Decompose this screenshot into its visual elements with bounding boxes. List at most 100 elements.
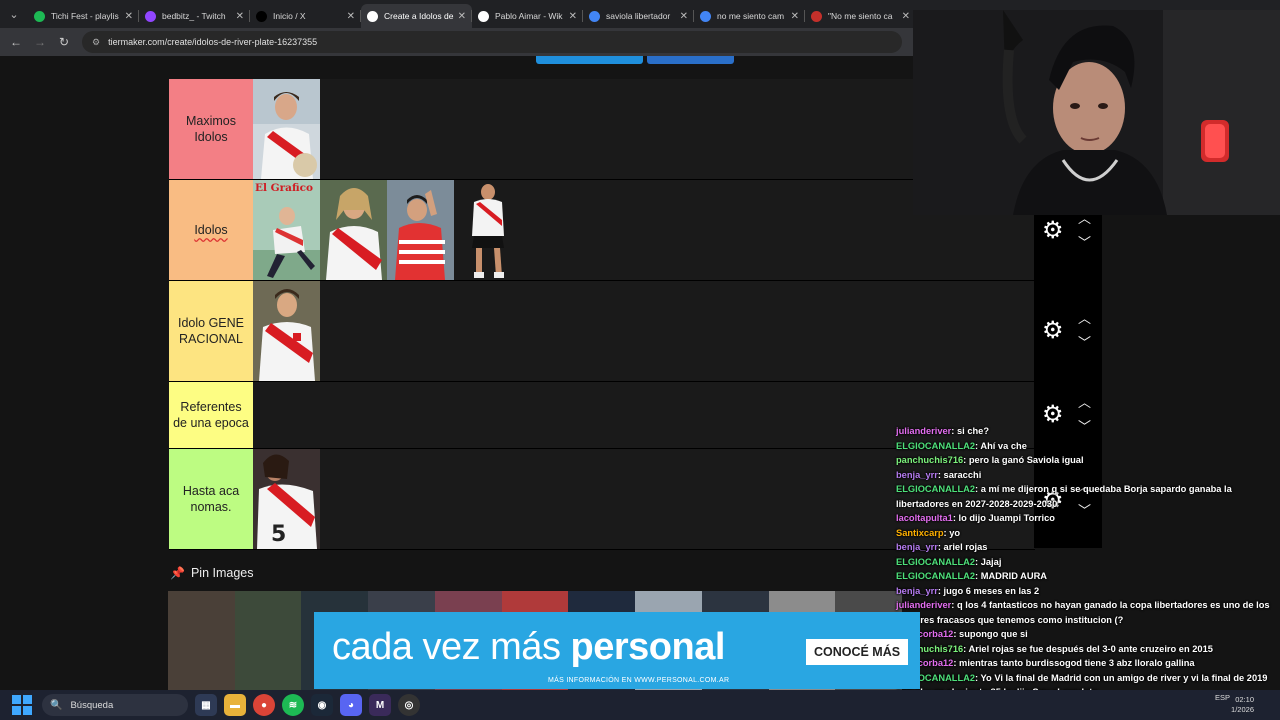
browser-tab[interactable]: "No me siento ca ✕ xyxy=(805,4,916,28)
chat-message: panchuchis716: pero la ganó Saviola igua… xyxy=(896,455,1084,465)
player-image[interactable] xyxy=(253,79,320,179)
settings-gear-icon[interactable]: ⚙ xyxy=(1042,216,1064,245)
chat-text: mientras tanto burdissogod tiene 3 abz l… xyxy=(959,658,1195,668)
chat-username[interactable]: lacoltapulta1 xyxy=(896,513,953,523)
chat-message: benja_yrr: ariel rojas xyxy=(896,542,988,552)
browser-tab[interactable]: no me siento cam ✕ xyxy=(694,4,805,28)
back-arrow-icon[interactable]: ← xyxy=(4,35,28,49)
obs-icon[interactable]: ◎ xyxy=(398,694,420,716)
chat-message: julianderiver: q los 4 fantasticos no ha… xyxy=(896,600,1270,625)
tab-favicon-icon xyxy=(811,10,822,22)
pin-image[interactable] xyxy=(234,591,302,691)
pin-images-heading: 📌 Pin Images xyxy=(170,566,253,580)
tier-label[interactable]: Idolos xyxy=(169,180,253,280)
chat-text: Ahí va che xyxy=(980,440,1027,451)
download-button-partial[interactable] xyxy=(647,56,734,64)
url-text: tiermaker.com/create/idolos-de-river-pla… xyxy=(108,37,318,47)
move-down-icon[interactable]: ﹀ xyxy=(1078,232,1091,251)
chat-text: Jajaj xyxy=(980,556,1002,567)
player-image[interactable]: 5 xyxy=(253,449,320,549)
chat-username[interactable]: ELGIOCANALLA2 xyxy=(896,441,975,451)
tab-close-icon[interactable]: ✕ xyxy=(791,11,799,22)
pin-image[interactable] xyxy=(168,591,235,691)
browser-tab[interactable]: Tichi Fest - playlis ✕ xyxy=(28,4,139,28)
chat-username[interactable]: ELGIOCANALLA2 xyxy=(896,484,975,494)
chat-message: sauticorba12: supongo que si xyxy=(896,629,1028,639)
browser-tab[interactable]: Create a Idolos de ✕ xyxy=(361,4,472,28)
tab-favicon-icon xyxy=(145,10,156,22)
pin-images-title: Pin Images xyxy=(190,566,254,580)
tier-label[interactable]: Hasta aca nomas. xyxy=(169,449,253,549)
reload-icon[interactable]: ↻ xyxy=(52,35,76,49)
chrome-icon[interactable]: ● xyxy=(253,694,275,716)
spotify-icon[interactable]: ≋ xyxy=(282,694,304,716)
task-view-icon[interactable]: ▦ xyxy=(195,694,217,716)
url-input[interactable]: ⚙ tiermaker.com/create/idolos-de-river-p… xyxy=(82,31,902,53)
chat-username[interactable]: julianderiver xyxy=(896,426,951,436)
chat-username[interactable]: ELGIOCANALLA2 xyxy=(896,571,975,581)
chat-message: benja_yrr: jugo 6 meses en las 2 xyxy=(896,585,1040,596)
clock-time: 02:10 xyxy=(1235,695,1254,704)
chat-username[interactable]: ELGIOCANALLA2 xyxy=(896,557,975,567)
chat-username[interactable]: Santixcarp xyxy=(896,528,944,538)
chat-username[interactable]: benja_yrr xyxy=(896,542,938,552)
ad-headline: cada vez más personal xyxy=(332,626,725,669)
tab-close-icon[interactable]: ✕ xyxy=(347,11,355,22)
chat-message: ELGIOCANALLA2: a mí me dijeron q si se q… xyxy=(896,484,1232,509)
player-image[interactable] xyxy=(320,180,387,280)
chat-username[interactable]: benja_yrr xyxy=(896,470,938,480)
chat-message: ELGIOCANALLA2: Ahí va che xyxy=(896,440,1027,451)
ad-cta-button[interactable]: CONOCÉ MÁS xyxy=(806,639,908,665)
tab-close-icon[interactable]: ✕ xyxy=(236,11,244,22)
language-indicator[interactable]: ESP xyxy=(1215,693,1230,703)
settings-gear-icon[interactable]: ⚙ xyxy=(1042,316,1064,345)
discord-icon[interactable]: ◕ xyxy=(340,694,362,716)
move-up-icon[interactable]: ︿ xyxy=(1078,392,1091,411)
chat-message: panchuchis716: Ariel rojas se fue despué… xyxy=(896,643,1213,654)
chat-text: si che? xyxy=(956,426,990,436)
browser-tab[interactable]: saviola libertador ✕ xyxy=(583,4,694,28)
tab-close-icon[interactable]: ✕ xyxy=(680,11,688,22)
taskbar-search-placeholder: Búsqueda xyxy=(70,699,114,711)
windows-start-icon[interactable] xyxy=(12,695,32,715)
save-button-partial[interactable] xyxy=(536,56,643,64)
browser-tab[interactable]: bedbitz_ - Twitch ✕ xyxy=(139,4,250,28)
tab-close-icon[interactable]: ✕ xyxy=(569,11,577,22)
tier-label[interactable]: Maximos Idolos xyxy=(169,79,253,179)
site-info-icon[interactable]: ⚙ xyxy=(92,37,100,48)
tier-label[interactable]: Referentes de una epoca xyxy=(169,382,253,448)
move-down-icon[interactable]: ﹀ xyxy=(1078,332,1091,351)
chat-message: ELGIOCANALLA2: Jajaj xyxy=(896,556,1002,567)
file-explorer-icon[interactable]: ▬ xyxy=(224,694,246,716)
player-image[interactable] xyxy=(454,180,521,280)
chat-text: jugo 6 meses en las 2 xyxy=(943,585,1040,596)
player-image[interactable] xyxy=(387,180,454,280)
forward-arrow-icon[interactable]: → xyxy=(28,35,52,49)
personal-ad-banner[interactable]: cada vez más personal MÁS INFORMACIÓN EN… xyxy=(314,612,920,689)
tab-title: Create a Idolos de xyxy=(384,11,454,21)
ad-headline-regular: cada vez más xyxy=(332,626,571,668)
chat-username[interactable]: julianderiver xyxy=(896,600,951,610)
ad-headline-bold: personal xyxy=(570,626,726,668)
player-image[interactable]: El Grafico xyxy=(253,180,320,280)
system-clock[interactable]: 02:10 1/2026 xyxy=(1231,695,1254,715)
tab-close-icon[interactable]: ✕ xyxy=(125,11,133,22)
app-mm-icon[interactable]: M xyxy=(369,694,391,716)
ad-subtext: MÁS INFORMACIÓN EN WWW.PERSONAL.COM.AR xyxy=(548,677,730,684)
player-image[interactable] xyxy=(253,281,320,381)
steam-icon[interactable]: ◉ xyxy=(311,694,333,716)
tab-close-icon[interactable]: ✕ xyxy=(902,11,910,22)
tier-label[interactable]: Idolo GENERACIONAL xyxy=(169,281,253,381)
tab-close-icon[interactable]: ✕ xyxy=(458,11,466,22)
taskbar-search[interactable]: 🔍 Búsqueda xyxy=(42,694,188,716)
browser-tab[interactable]: Inicio / X ✕ xyxy=(250,4,361,28)
chat-username[interactable]: benja_yrr xyxy=(896,586,938,596)
tab-title: bedbitz_ - Twitch xyxy=(162,11,226,21)
chat-username[interactable]: panchuchis716 xyxy=(896,455,963,465)
tab-favicon-icon xyxy=(589,10,600,22)
tab-favicon-icon xyxy=(700,10,711,22)
move-up-icon[interactable]: ︿ xyxy=(1078,308,1091,327)
tab-title: Pablo Aimar - Wik xyxy=(495,11,563,21)
tab-search-chevron-icon[interactable]: ⌄ xyxy=(0,0,28,28)
browser-tab[interactable]: Pablo Aimar - Wik ✕ xyxy=(472,4,583,28)
